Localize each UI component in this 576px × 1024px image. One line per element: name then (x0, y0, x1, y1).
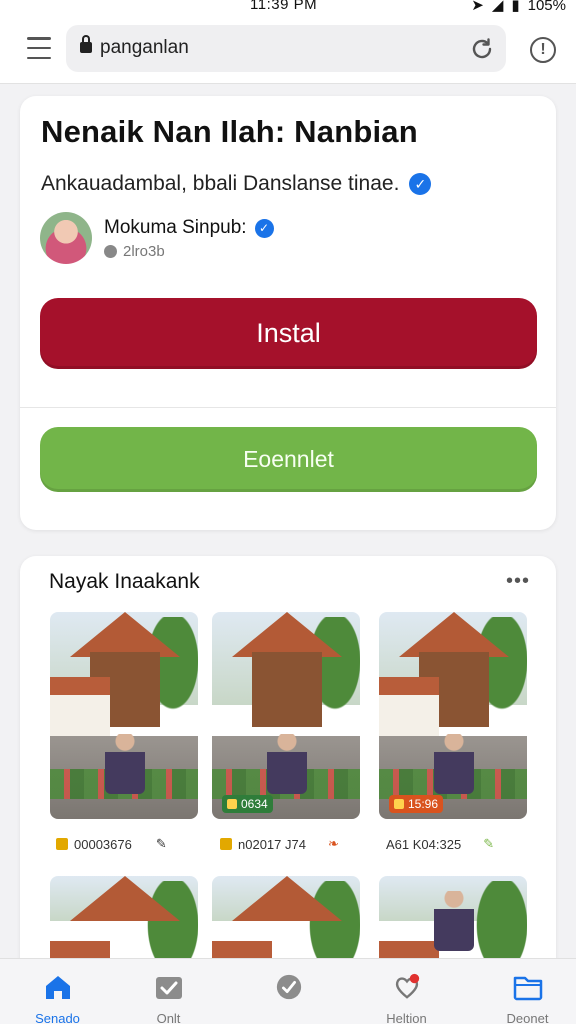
post-subline: Ankauadambal, bbali Danslanse tinae. ✓ (41, 172, 432, 196)
battery-icon: ▮ (511, 0, 520, 14)
address-bar[interactable]: panganlan (66, 25, 506, 72)
photo-people (434, 734, 474, 794)
thumbnail-meta: A61 K04:325 ✎ (386, 836, 494, 852)
author-name-text: Mokuma Sinpub: (104, 217, 247, 238)
photo-roof (70, 612, 180, 657)
folder-icon (513, 976, 542, 1001)
post-headline: Nenaik Nan Ilah: Nanbian (41, 114, 418, 149)
post-card: Nenaik Nan Ilah: Nanbian Ankauadambal, b… (20, 96, 556, 530)
author-meta: 2lro3b (104, 243, 165, 260)
pencil-icon[interactable]: ✎ (156, 836, 167, 852)
tab-home[interactable]: Senado (0, 959, 115, 1024)
gallery-title: Nayak Inaakank (49, 570, 200, 593)
badge-icon (227, 799, 237, 809)
gallery-thumbnail[interactable]: 0634 (212, 612, 360, 819)
signal-icon: ◢ (491, 0, 504, 14)
more-options-icon[interactable]: ••• (506, 570, 530, 593)
battery-level: 105% (527, 0, 566, 14)
tab-onlt[interactable]: Onlt (111, 959, 226, 1024)
photo-badge-text: 0634 (241, 797, 268, 811)
menu-icon-line (27, 37, 51, 40)
post-subline-text: Ankauadambal, bbali Danslanse tinae. (41, 172, 400, 195)
status-time: 11:39 PM (250, 0, 318, 13)
photo-badge: 15:96 (389, 795, 444, 813)
photo-roof (70, 876, 180, 921)
divider (20, 407, 556, 408)
status-icons: ➤ ◢ ▮ 105% (471, 0, 566, 14)
globe-icon (104, 245, 117, 258)
thumbnail-meta: n02017 J74 ❧ (220, 836, 339, 852)
thumbnail-meta-text: n02017 J74 (238, 836, 306, 852)
gallery-card: Nayak Inaakank ••• 0634 15:96 00003676 ✎… (20, 556, 556, 976)
home-icon (45, 976, 70, 999)
badge-icon (394, 799, 404, 809)
leaf-icon[interactable]: ❧ (328, 836, 339, 852)
pencil-icon[interactable]: ✎ (483, 836, 494, 852)
lock-icon (80, 35, 92, 53)
photo-roof (399, 612, 509, 657)
verified-badge-icon: ✓ (409, 173, 432, 195)
menu-icon-line (27, 56, 51, 59)
photo-badge-text: 15:96 (408, 797, 439, 811)
tab-label: Deonet (506, 1011, 549, 1024)
tab-label: Heltion (386, 1011, 427, 1024)
status-bar: 11:39 PM ➤ ◢ ▮ 105% (0, 0, 576, 14)
photo-badge: 0634 (222, 795, 273, 813)
photo-people (105, 734, 145, 794)
menu-icon-line (27, 46, 51, 50)
check-circle-icon (276, 974, 301, 1000)
tab-heltion[interactable]: Heltion (349, 959, 464, 1024)
tag-icon (220, 838, 232, 850)
tab-check[interactable] (231, 959, 346, 1024)
tab-deonet[interactable]: Deonet (470, 959, 576, 1024)
tab-label: Onlt (156, 1011, 181, 1024)
photo-roof (232, 876, 342, 921)
author-meta-text: 2lro3b (123, 243, 165, 260)
browser-toolbar: panganlan ! (0, 14, 576, 84)
gallery-thumbnail[interactable]: 15:96 (379, 612, 527, 819)
info-icon[interactable]: ! (530, 37, 556, 63)
location-icon: ➤ (471, 0, 484, 14)
menu-button[interactable] (18, 33, 60, 63)
photo-people (434, 891, 474, 951)
thumbnail-meta-text: 00003676 (74, 836, 132, 852)
photo-tower (252, 652, 322, 727)
tab-label: Senado (35, 1011, 80, 1024)
reload-icon[interactable] (468, 35, 496, 63)
photo-people (267, 734, 307, 794)
check-folder-icon (155, 977, 182, 999)
verified-badge-icon: ✓ (254, 218, 274, 238)
author-name[interactable]: Mokuma Sinpub: ✓ (104, 217, 274, 239)
connect-button[interactable]: Eoennlet (40, 427, 537, 492)
install-button[interactable]: Instal (40, 298, 537, 369)
photo-roof (232, 612, 342, 657)
bottom-tab-bar: Senado Onlt Heltion Deonet (0, 958, 576, 1024)
tag-icon (56, 838, 68, 850)
thumbnail-meta: 00003676 ✎ (56, 836, 167, 852)
thumbnail-meta-text: A61 K04:325 (386, 836, 462, 852)
url-text: panganlan (100, 37, 189, 58)
heart-notification-icon (395, 973, 419, 999)
avatar[interactable] (40, 212, 92, 264)
gallery-thumbnail[interactable] (50, 612, 198, 819)
